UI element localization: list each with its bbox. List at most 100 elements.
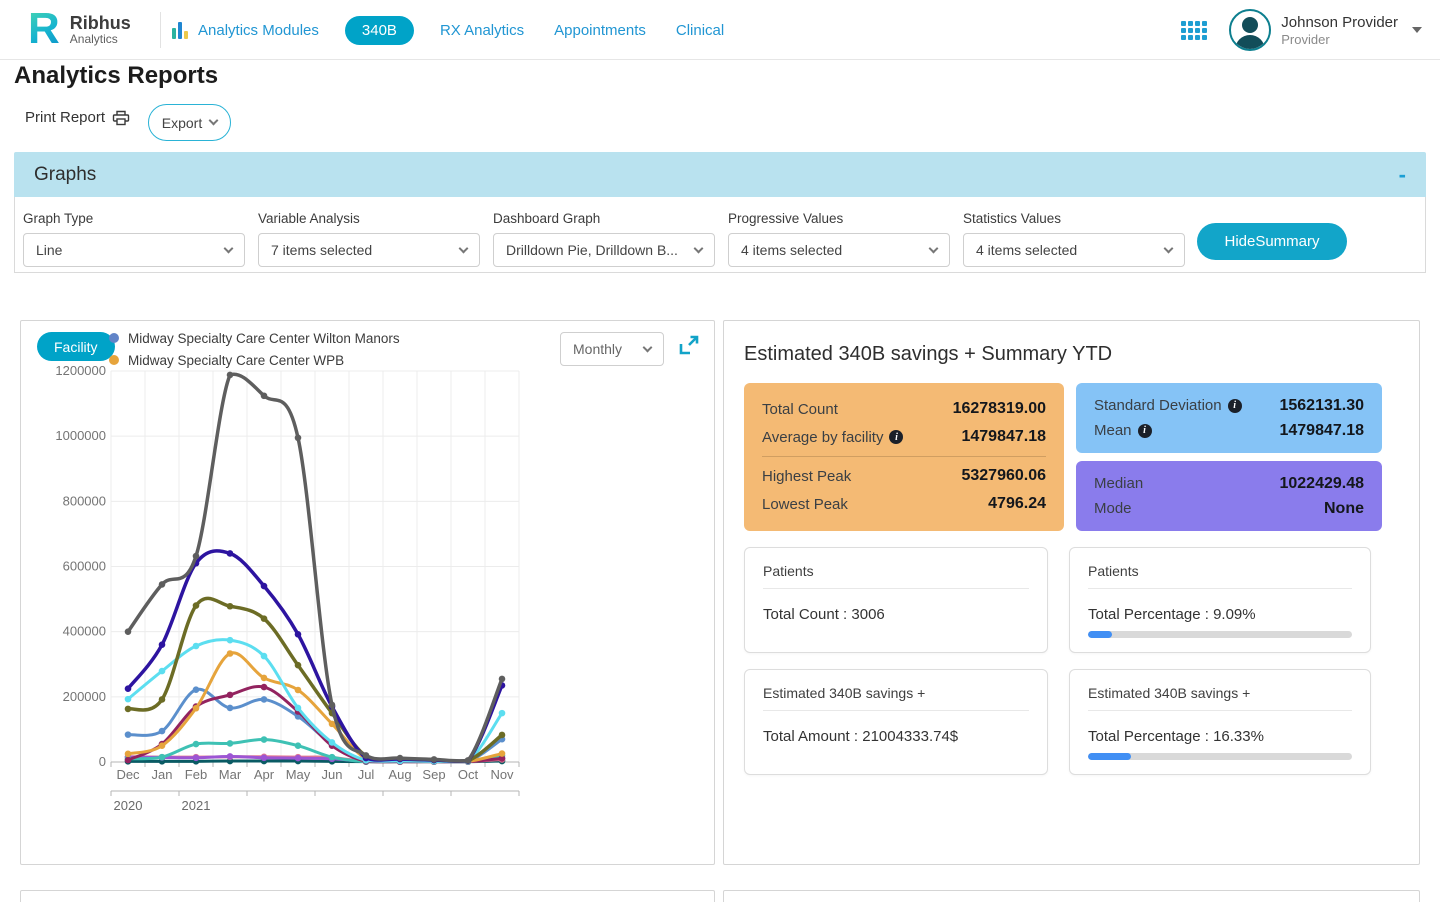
metric-value: Total Amount : 21004333.74$ bbox=[763, 728, 1029, 745]
facility-button[interactable]: Facility bbox=[37, 332, 115, 361]
avatar[interactable] bbox=[1229, 9, 1271, 51]
progressive-values-value: 4 items selected bbox=[741, 242, 842, 258]
chevron-down-icon[interactable] bbox=[1412, 27, 1422, 33]
nav-divider bbox=[160, 12, 161, 48]
legend-dot bbox=[109, 355, 119, 365]
nav-appointments[interactable]: Appointments bbox=[554, 22, 646, 39]
stat-value: 1479847.18 bbox=[1279, 422, 1364, 440]
next-panel-stub-left bbox=[20, 890, 715, 902]
expand-chart-icon[interactable] bbox=[678, 334, 700, 356]
legend-item[interactable]: Midway Specialty Care Center Wilton Mano… bbox=[109, 327, 400, 349]
navbar-right: Johnson Provider Provider bbox=[1181, 0, 1422, 60]
svg-text:1000000: 1000000 bbox=[55, 428, 106, 443]
filter-graph-type: Graph Type Line bbox=[23, 211, 245, 267]
legend-dot bbox=[109, 333, 119, 343]
svg-text:Sep: Sep bbox=[422, 767, 445, 782]
export-button[interactable]: Export bbox=[148, 104, 231, 141]
stat-value: 4796.24 bbox=[988, 495, 1046, 513]
svg-text:0: 0 bbox=[99, 754, 106, 769]
svg-text:Apr: Apr bbox=[254, 767, 275, 782]
stat-value: 16278319.00 bbox=[953, 400, 1046, 418]
progress-bar bbox=[1088, 753, 1352, 760]
filter-label: Statistics Values bbox=[963, 211, 1185, 226]
svg-text:200000: 200000 bbox=[63, 689, 106, 704]
chevron-down-icon bbox=[224, 243, 234, 253]
hide-summary-button[interactable]: HideSummary bbox=[1197, 223, 1347, 260]
stat-row: Average by facilityi 1479847.18 bbox=[762, 423, 1046, 451]
dashboard-graph-select[interactable]: Drilldown Pie, Drilldown B... bbox=[493, 233, 715, 267]
stat-value: None bbox=[1324, 500, 1364, 518]
statistics-values-select[interactable]: 4 items selected bbox=[963, 233, 1185, 267]
next-panel-stub-right bbox=[723, 890, 1420, 902]
chevron-down-icon bbox=[459, 243, 469, 253]
legend-label: Midway Specialty Care Center Wilton Mano… bbox=[128, 331, 400, 346]
nav-analytics-modules[interactable]: Analytics Modules bbox=[198, 22, 319, 39]
totals-stat-card: Total Count 16278319.00 Average by facil… bbox=[744, 383, 1064, 531]
filter-label: Variable Analysis bbox=[258, 211, 480, 226]
print-report-button[interactable]: Print Report bbox=[25, 109, 130, 126]
info-icon[interactable]: i bbox=[1138, 424, 1152, 438]
nav-rx-analytics[interactable]: RX Analytics bbox=[440, 22, 524, 39]
stat-label: Highest Peak bbox=[762, 468, 851, 485]
metric-card-savings-percentage: Estimated 340B savings + Total Percentag… bbox=[1069, 669, 1371, 775]
main-nav: Analytics Modules 340B RX Analytics Appo… bbox=[172, 0, 724, 60]
metric-title: Patients bbox=[1088, 563, 1352, 589]
chevron-down-icon bbox=[694, 243, 704, 253]
period-value: Monthly bbox=[573, 341, 622, 357]
progressive-values-select[interactable]: 4 items selected bbox=[728, 233, 950, 267]
graph-filters: Graph Type Line Variable Analysis 7 item… bbox=[14, 197, 1426, 273]
svg-text:2021: 2021 bbox=[182, 798, 211, 813]
graph-type-select[interactable]: Line bbox=[23, 233, 245, 267]
apps-grid-icon[interactable] bbox=[1181, 21, 1207, 40]
stat-row: Meani 1479847.18 bbox=[1094, 418, 1364, 443]
user-role: Provider bbox=[1281, 32, 1398, 47]
filter-progressive-values: Progressive Values 4 items selected bbox=[728, 211, 950, 267]
line-chart[interactable]: 020000040000060000080000010000001200000D… bbox=[21, 366, 716, 826]
variable-analysis-select[interactable]: 7 items selected bbox=[258, 233, 480, 267]
graphs-section: Graphs - Graph Type Line Variable Analys… bbox=[14, 152, 1426, 273]
stat-value: 1022429.48 bbox=[1279, 475, 1364, 493]
stat-label: Total Count bbox=[762, 401, 838, 418]
period-select[interactable]: Monthly bbox=[560, 332, 664, 366]
collapse-icon[interactable]: - bbox=[1399, 165, 1406, 185]
stat-label: Meani bbox=[1094, 422, 1152, 439]
period-select-wrap: Monthly bbox=[560, 332, 664, 366]
filter-statistics-values: Statistics Values 4 items selected bbox=[963, 211, 1185, 267]
svg-text:1200000: 1200000 bbox=[55, 366, 106, 378]
summary-title: Estimated 340B savings + Summary YTD bbox=[744, 343, 1112, 366]
stat-label: Average by facilityi bbox=[762, 429, 903, 446]
user-name: Johnson Provider bbox=[1281, 14, 1398, 32]
stat-value: 1479847.18 bbox=[961, 428, 1046, 446]
divider bbox=[762, 456, 1046, 457]
stat-label: Standard Deviationi bbox=[1094, 397, 1242, 414]
svg-text:800000: 800000 bbox=[63, 493, 106, 508]
stat-row: Standard Deviationi 1562131.30 bbox=[1094, 393, 1364, 418]
metric-card-savings-amount: Estimated 340B savings + Total Amount : … bbox=[744, 669, 1048, 775]
stat-row: Total Count 16278319.00 bbox=[762, 395, 1046, 423]
progress-bar bbox=[1088, 631, 1352, 638]
statistics-stat-card: Standard Deviationi 1562131.30 Meani 147… bbox=[1076, 383, 1382, 453]
stat-value: 1562131.30 bbox=[1279, 397, 1364, 415]
stat-row: Median 1022429.48 bbox=[1094, 471, 1364, 496]
info-icon[interactable]: i bbox=[1228, 399, 1242, 413]
graph-type-value: Line bbox=[36, 242, 62, 258]
chevron-down-icon bbox=[929, 243, 939, 253]
chevron-down-icon bbox=[209, 116, 219, 126]
metric-value: Total Percentage : 9.09% bbox=[1088, 606, 1352, 623]
svg-text:Aug: Aug bbox=[388, 767, 411, 782]
metric-card-patients-percentage: Patients Total Percentage : 9.09% bbox=[1069, 547, 1371, 653]
svg-text:May: May bbox=[286, 767, 311, 782]
nav-340b[interactable]: 340B bbox=[345, 16, 414, 45]
brand-logo[interactable]: R Ribhus Analytics bbox=[28, 7, 131, 51]
user-menu[interactable]: Johnson Provider Provider bbox=[1281, 14, 1398, 47]
graphs-section-title: Graphs bbox=[34, 164, 96, 186]
top-navbar: R Ribhus Analytics Analytics Modules 340… bbox=[0, 0, 1440, 60]
stat-value: 5327960.06 bbox=[961, 467, 1046, 485]
stat-row: Highest Peak 5327960.06 bbox=[762, 462, 1046, 490]
svg-text:2020: 2020 bbox=[114, 798, 143, 813]
info-icon[interactable]: i bbox=[889, 430, 903, 444]
stat-row: Mode None bbox=[1094, 496, 1364, 521]
median-stat-card: Median 1022429.48 Mode None bbox=[1076, 461, 1382, 531]
graphs-section-header[interactable]: Graphs - bbox=[14, 152, 1426, 197]
nav-clinical[interactable]: Clinical bbox=[676, 22, 724, 39]
